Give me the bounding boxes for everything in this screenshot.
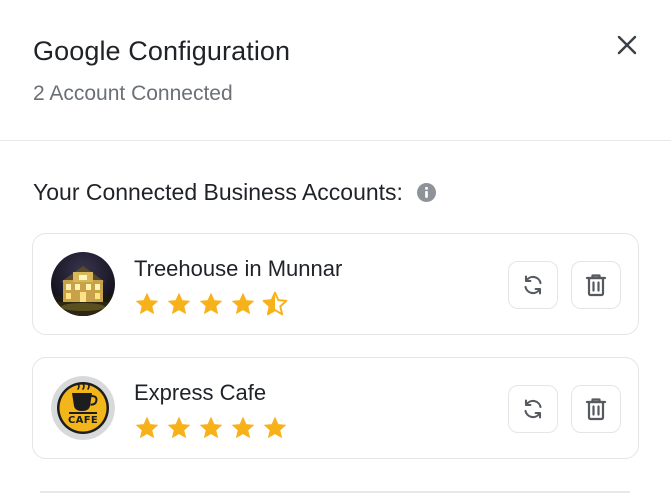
- account-card: Treehouse in Munnar: [32, 233, 639, 335]
- section-title-text: Your Connected Business Accounts:: [33, 179, 403, 205]
- refresh-icon: [524, 275, 542, 295]
- trash-icon: [585, 398, 607, 421]
- account-count: 2 Account Connected: [33, 82, 233, 105]
- star-icon: [231, 292, 255, 315]
- info-icon[interactable]: [416, 183, 436, 202]
- delete-button[interactable]: [571, 385, 621, 433]
- cafe-logo-text: CAFE: [68, 415, 98, 426]
- star-icon: [167, 292, 191, 315]
- account-card: CAFE Express Cafe: [32, 357, 639, 459]
- google-config-panel: Google Configuration 2 Account Connected…: [0, 0, 671, 495]
- half-star-icon: [262, 291, 288, 316]
- refresh-button[interactable]: [508, 385, 558, 433]
- avatar: CAFE: [51, 376, 115, 440]
- refresh-icon: [524, 399, 542, 419]
- page-title: Google Configuration: [33, 36, 291, 66]
- star-icon: [135, 292, 159, 315]
- star-icon: [135, 416, 159, 439]
- star-icon: [263, 416, 287, 439]
- delete-button[interactable]: [571, 261, 621, 309]
- star-rating: [134, 415, 288, 441]
- star-icon: [199, 416, 223, 439]
- star-icon: [167, 416, 191, 439]
- refresh-button[interactable]: [508, 261, 558, 309]
- trash-icon: [585, 274, 607, 297]
- business-name: Treehouse in Munnar: [134, 256, 343, 281]
- business-name: Express Cafe: [134, 380, 267, 405]
- star-icon: [231, 416, 255, 439]
- star-rating: [134, 291, 288, 317]
- divider: [40, 491, 630, 493]
- close-icon: [617, 35, 637, 55]
- close-button[interactable]: [612, 30, 642, 60]
- star-icon: [199, 292, 223, 315]
- section-heading: Your Connected Business Accounts:: [33, 179, 436, 206]
- avatar: [51, 252, 115, 316]
- panel-header: Google Configuration 2 Account Connected: [0, 0, 671, 141]
